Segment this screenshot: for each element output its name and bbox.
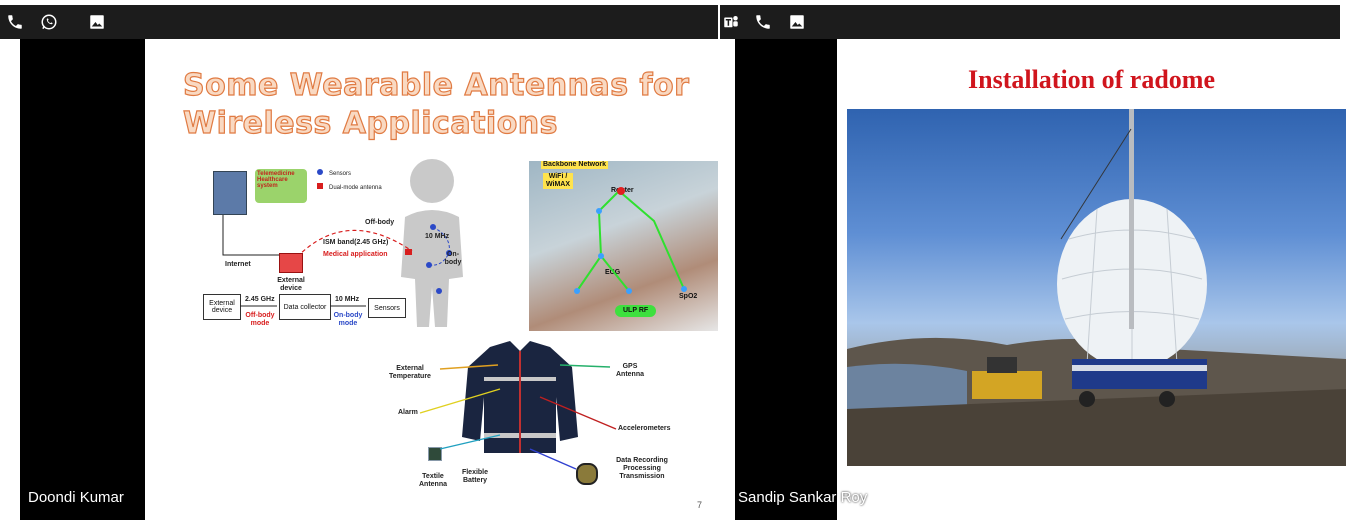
telemedicine-box: Telemedicine Healthcare system	[255, 169, 307, 203]
sensor-network-lines	[574, 187, 687, 294]
shared-slide: Installation of radome	[837, 39, 1346, 520]
gallery-icon[interactable]	[788, 13, 806, 31]
radome-photo	[847, 109, 1346, 466]
slide-title: Some Wearable Antennas for Wireless Appl…	[182, 67, 690, 141]
shared-slide: Some Wearable Antennas for Wireless Appl…	[145, 39, 718, 520]
antenna-square-icon	[317, 183, 323, 189]
hospital-photo: Backbone Network WiFi / WiMAX Router ECG…	[529, 161, 718, 331]
legend-sensors: Sensors	[317, 169, 351, 177]
off-body-link	[296, 229, 413, 258]
participant-name: Doondi Kumar	[28, 489, 124, 506]
slide-page-number: 7	[696, 500, 702, 510]
video-tile-sandip[interactable]: Installation of radome Sandip Sankar Roy	[735, 39, 1346, 520]
sensor-dot-icon	[317, 169, 323, 175]
external-device-box	[279, 253, 303, 273]
video-tile-doondi[interactable]: Some Wearable Antennas for Wireless Appl…	[20, 39, 718, 520]
external-device-label: External device	[277, 277, 305, 292]
jacket-pointer-lines	[419, 364, 617, 470]
teams-icon[interactable]	[722, 13, 740, 31]
gallery-icon[interactable]	[88, 13, 106, 31]
freq-10mhz-label: 10 MHz	[425, 233, 450, 240]
radome-scene	[847, 109, 1346, 466]
participant-name: Sandip Sankar Roy	[738, 489, 868, 506]
status-bar-left	[0, 5, 718, 39]
phone-icon[interactable]	[754, 13, 772, 31]
whatsapp-icon[interactable]	[40, 13, 58, 31]
slide-title: Installation of radome	[968, 65, 1215, 94]
flow-arrows	[240, 305, 366, 307]
on-body-label: On-body	[444, 251, 462, 266]
smart-jacket-diagram: External Temperature GPS Antenna Alarm A…	[380, 337, 680, 517]
phone-icon[interactable]	[6, 13, 24, 31]
internet-link	[222, 215, 279, 256]
doctor-image	[213, 171, 247, 215]
status-bar-right	[720, 5, 1340, 39]
legend-antenna: Dual-mode antenna	[317, 183, 382, 191]
